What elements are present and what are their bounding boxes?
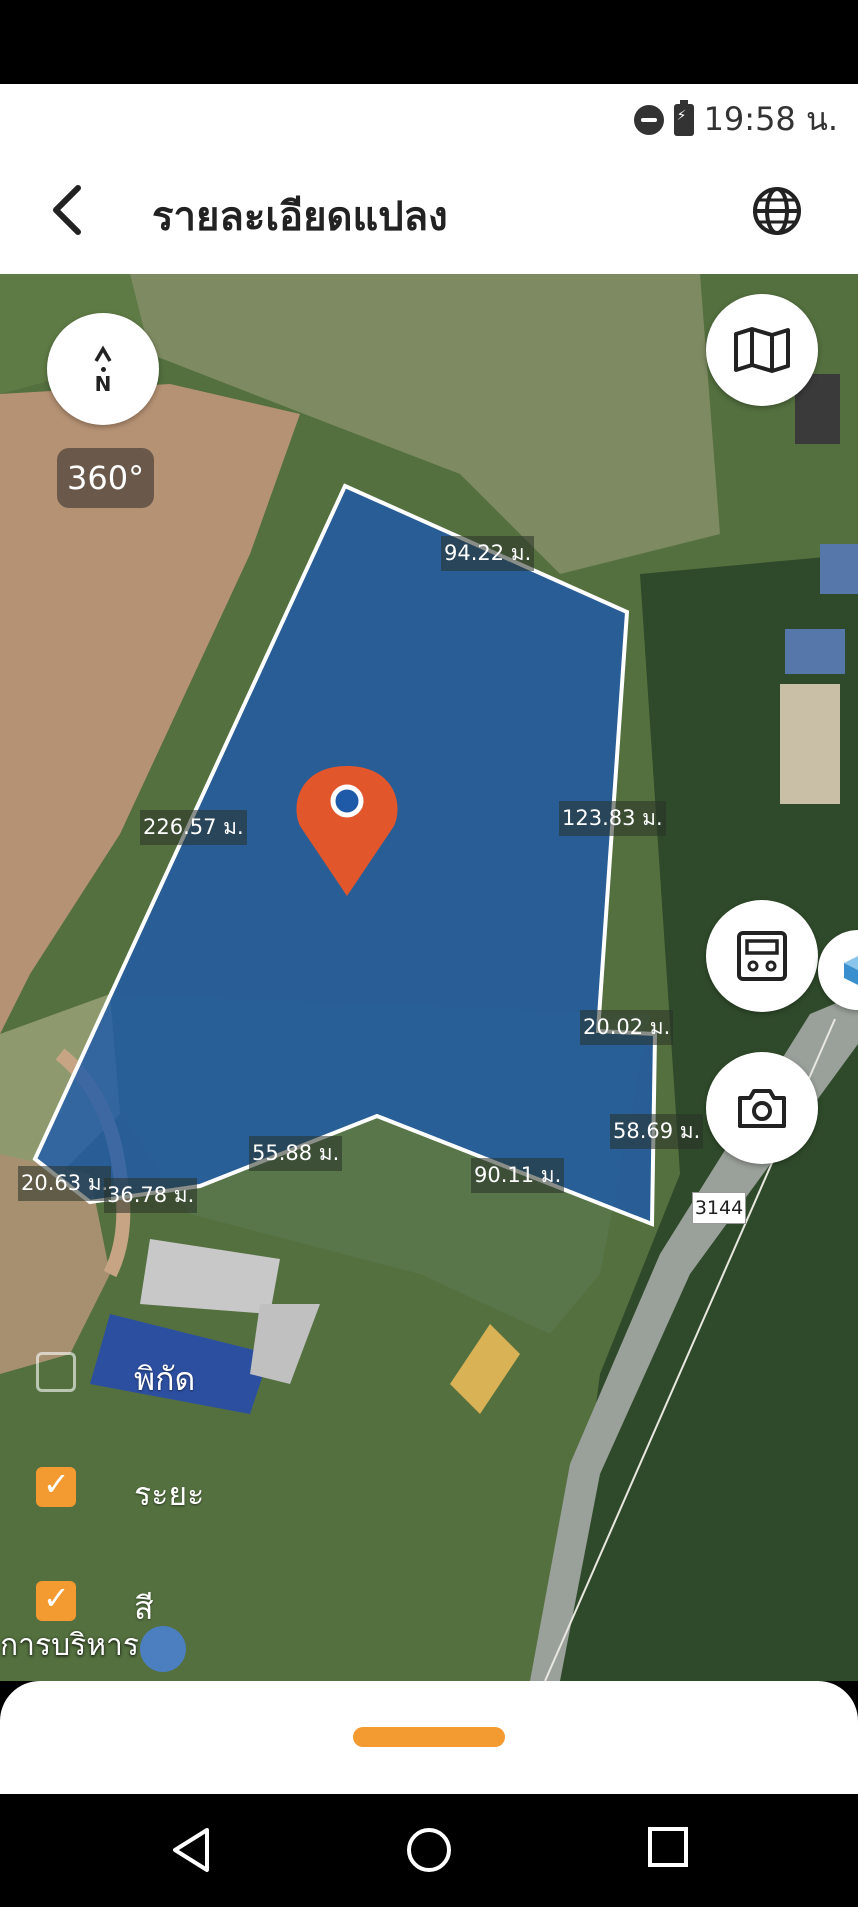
- distance-checkbox[interactable]: [36, 1465, 76, 1507]
- camera-icon: [738, 1089, 786, 1128]
- bottom-sheet[interactable]: [0, 1681, 858, 1794]
- nav-back-icon[interactable]: [169, 1826, 213, 1874]
- status-time: 19:58 น.: [703, 100, 838, 138]
- globe-icon[interactable]: [750, 184, 804, 238]
- distance-label: ระยะ: [134, 1475, 205, 1513]
- camera-button[interactable]: [706, 1052, 818, 1164]
- north-arrow-icon: [94, 345, 112, 362]
- government-building-icon: [140, 1626, 186, 1672]
- app-bar: รายละเอียดแปลง: [0, 148, 858, 274]
- dimension-label: 90.11 ม.: [471, 1158, 565, 1193]
- do-not-disturb-icon: [633, 104, 664, 135]
- status-bar: 19:58 น.: [0, 84, 858, 148]
- navigation-bar: [0, 1794, 858, 1907]
- place-label: การบริหาร: [0, 1628, 140, 1663]
- dimension-label: 123.83 ม.: [559, 801, 666, 836]
- compass-label: N: [94, 371, 112, 396]
- cube-icon: [844, 956, 858, 985]
- road-number-badge: 3144: [692, 1192, 746, 1224]
- coordinates-label: พิกัด: [134, 1360, 196, 1398]
- drag-handle[interactable]: [353, 1727, 505, 1747]
- back-arrow-icon[interactable]: [44, 182, 94, 238]
- color-checkbox[interactable]: [36, 1579, 76, 1621]
- coordinates-checkbox[interactable]: [36, 1352, 76, 1392]
- map-type-button[interactable]: [706, 294, 818, 406]
- top-bezel: [0, 0, 858, 84]
- dimension-label: 58.69 ม.: [610, 1114, 704, 1149]
- nav-recents-icon[interactable]: [647, 1826, 689, 1868]
- dimension-label: 226.57 ม.: [140, 810, 247, 845]
- dimension-label: 20.02 ม.: [580, 1010, 674, 1045]
- rotation-badge[interactable]: 360°: [57, 448, 155, 508]
- nav-home-icon[interactable]: [405, 1826, 453, 1874]
- area-calculator-button[interactable]: [706, 900, 818, 1012]
- compass-button[interactable]: N: [47, 313, 159, 425]
- map-icon: [734, 327, 790, 373]
- satellite-map[interactable]: N 360° 94.22 ม. 226.57 ม. 123.83 ม. 20.0…: [0, 274, 858, 1681]
- battery-charging-icon: [673, 99, 694, 136]
- dimension-label: 94.22 ม.: [441, 536, 535, 571]
- dimension-label: 36.78 ม.: [104, 1178, 198, 1213]
- dimension-label: 20.63 ม.: [18, 1166, 112, 1201]
- page-title: รายละเอียดแปลง: [152, 195, 448, 239]
- dimension-label: 55.88 ม.: [249, 1136, 343, 1171]
- calculator-icon: [737, 931, 787, 981]
